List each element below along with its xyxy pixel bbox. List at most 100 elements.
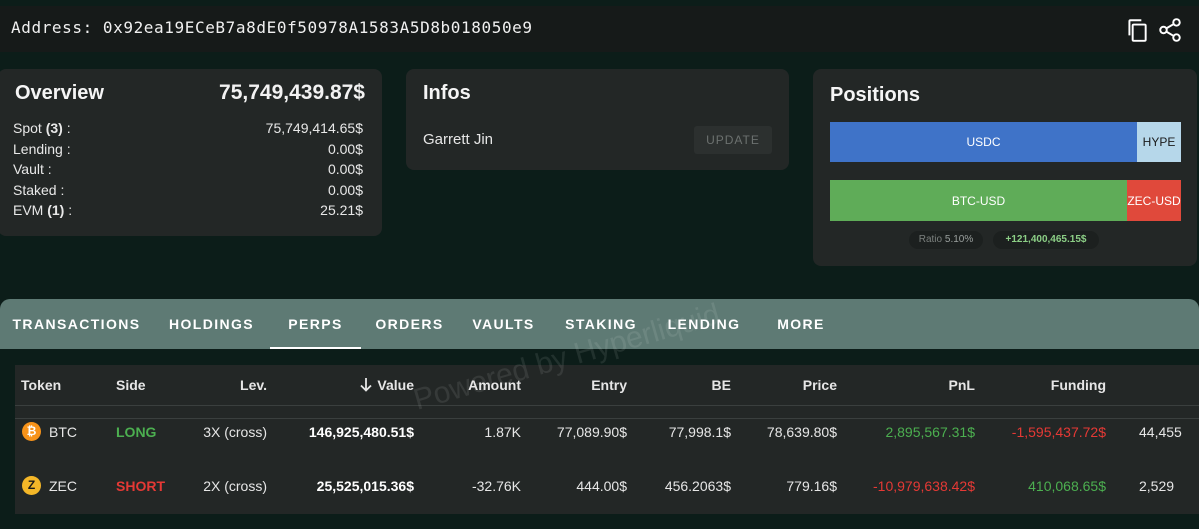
cell-token: ZEC [49, 478, 77, 494]
overview-label-text: Staked : [13, 181, 65, 198]
header-token[interactable]: Token [21, 377, 61, 393]
tab-label: VAULTS [472, 316, 535, 332]
spot-bar-segment: USDC [830, 122, 1137, 162]
ratio-value: 5.10% [944, 234, 974, 245]
cell-lev: 2X (cross) [203, 478, 267, 494]
header-pnl[interactable]: PnL [949, 377, 975, 393]
overview-row: Spot (3) : 75,749,414.65$ [13, 120, 363, 140]
total-pnl-pill: +121,400,465.15$ [993, 231, 1099, 249]
tab-lending[interactable]: LENDING [648, 299, 760, 349]
cell-price: 78,639.80$ [766, 424, 837, 440]
header-funding[interactable]: Funding [1051, 377, 1106, 393]
address-label: Address: [11, 18, 93, 37]
overview-count: (1) [47, 202, 65, 218]
cell-be: 77,998.1$ [668, 424, 731, 440]
arrow-down-icon [359, 377, 373, 395]
address-value[interactable]: 0x92ea19ECeB7a8dE0f50978A1583A5D8b018050… [103, 18, 533, 37]
cell-extra: 2,529 [1139, 478, 1175, 494]
address: Address: 0x92ea19ECeB7a8dE0f50978A1583A5D… [11, 18, 533, 37]
tab-label: STAKING [565, 316, 637, 332]
perp-allocation-bar: BTC-USD ZEC-USD [830, 180, 1181, 221]
active-tab-indicator [270, 347, 361, 349]
overview-row-label: EVM (1) : [13, 202, 72, 218]
ratio-pill: Ratio 5.10% [909, 231, 983, 249]
overview-label-text: Spot [13, 120, 42, 136]
tab-label: ORDERS [375, 316, 444, 332]
infos-card: Infos Garrett Jin UPDATE [406, 69, 789, 170]
zcash-icon: Z [22, 476, 41, 495]
overview-row: EVM (1) : 25.21$ [13, 202, 363, 222]
cell-value: 146,925,480.51$ [308, 424, 414, 440]
header-side[interactable]: Side [116, 377, 146, 393]
positions-card: Positions USDC HYPE BTC-USD ZEC-USD Ratio … [813, 69, 1197, 266]
header-entry[interactable]: Entry [591, 377, 627, 393]
cell-lev: 3X (cross) [203, 424, 267, 440]
perps-table: Token Side Lev. Value Amount Entry BE Pr… [15, 365, 1199, 514]
tab-label: TRANSACTIONS [12, 316, 141, 332]
cell-entry: 444.00$ [576, 478, 627, 494]
tab-vaults[interactable]: VAULTS [445, 299, 562, 349]
overview-row-label: Spot (3) : [13, 120, 71, 136]
cell-entry: 77,089.90$ [556, 424, 627, 440]
header-value-label: Value [377, 377, 414, 393]
tab-label: MORE [777, 316, 825, 332]
perp-bar-segment: BTC-USD [830, 180, 1127, 221]
cell-extra: 44,455 [1139, 424, 1182, 440]
overview-row-value: 0.00$ [327, 140, 363, 157]
bitcoin-icon: ₿ [22, 422, 41, 441]
header-value[interactable]: Value [359, 377, 414, 395]
tab-holdings[interactable]: HOLDINGS [153, 299, 270, 349]
cell-funding: -1,595,437.72$ [1011, 424, 1106, 440]
header-lev[interactable]: Lev. [240, 377, 267, 393]
cell-value: 25,525,015.36$ [316, 478, 414, 494]
overview-row-value: 25.21$ [320, 202, 363, 218]
infos-name: Garrett Jin [423, 131, 494, 148]
tab-more[interactable]: MORE [755, 299, 847, 349]
overview-suffix: : [62, 120, 71, 136]
tab-label: LENDING [667, 316, 741, 332]
cell-pnl: 2,895,567.31$ [885, 424, 975, 440]
cell-be: 456.2063$ [664, 478, 731, 494]
table-row[interactable]: ₿ BTC LONG 3X (cross) 146,925,480.51$ 1.87K 77… [15, 406, 1199, 459]
tab-transactions[interactable]: TRANSACTIONS [0, 299, 153, 349]
copy-icon[interactable] [1124, 17, 1150, 43]
cell-token: BTC [49, 424, 77, 440]
tab-perps[interactable]: PERPS [270, 299, 361, 349]
row-divider [15, 418, 1199, 419]
cell-amount: -32.76K [471, 478, 521, 494]
overview-title: Overview [15, 82, 104, 104]
overview-row-label: Vault : [13, 161, 52, 177]
tab-bar: TRANSACTIONS HOLDINGS PERPS ORDERS VAULTS STA… [0, 299, 1199, 349]
cell-pnl: -10,979,638.42$ [873, 478, 975, 494]
ratio-label: Ratio [918, 234, 943, 245]
tab-orders[interactable]: ORDERS [361, 299, 458, 349]
spot-bar-segment: HYPE [1137, 122, 1181, 162]
overview-row-value: 75,749,414.65$ [265, 120, 363, 136]
header-amount[interactable]: Amount [468, 377, 521, 393]
overview-row-label: Lending : [13, 141, 71, 157]
infos-title: Infos [423, 82, 471, 104]
tab-staking[interactable]: STAKING [548, 299, 654, 349]
overview-total: 75,749,439.87$ [219, 81, 365, 104]
header-price[interactable]: Price [803, 377, 837, 393]
overview-row: Staked : 0.00$ [13, 182, 363, 202]
overview-row: Vault : 0.00$ [13, 161, 363, 181]
overview-card: Overview 75,749,439.87$ Spot (3) : 75,749… [0, 69, 382, 236]
overview-suffix: : [64, 202, 73, 218]
cell-amount: 1.87K [484, 424, 521, 440]
tab-label: PERPS [288, 316, 343, 332]
overview-row: Lending : 0.00$ [13, 141, 363, 161]
table-row[interactable]: Z ZEC SHORT 2X (cross) 25,525,015.36$ -32.76K… [15, 460, 1199, 513]
cell-price: 779.16$ [786, 478, 837, 494]
positions-title: Positions [830, 84, 921, 106]
address-bar: Address: 0x92ea19ECeB7a8dE0f50978A1583A5D… [0, 6, 1199, 52]
update-button[interactable]: UPDATE [694, 126, 772, 154]
overview-label-text: EVM [13, 202, 44, 218]
tab-label: HOLDINGS [168, 316, 255, 332]
overview-count: (3) [45, 120, 63, 136]
overview-label-text: Vault : [13, 161, 52, 177]
header-be[interactable]: BE [712, 377, 731, 393]
overview-row-value: 0.00$ [327, 181, 363, 198]
overview-row-value: 0.00$ [327, 161, 363, 177]
share-icon[interactable] [1157, 17, 1183, 43]
